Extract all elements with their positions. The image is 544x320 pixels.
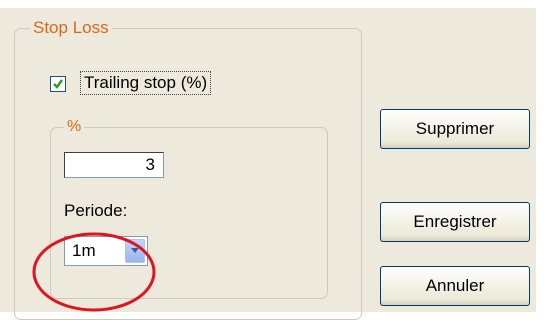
stop-loss-dialog: Stop Loss Trailing stop (%) % 3 Periode:… bbox=[0, 0, 544, 320]
trailing-stop-label[interactable]: Trailing stop (%) bbox=[80, 71, 212, 95]
top-margin bbox=[0, 0, 544, 8]
supprimer-button[interactable]: Supprimer bbox=[380, 109, 530, 149]
right-margin bbox=[536, 0, 544, 312]
enregistrer-button[interactable]: Enregistrer bbox=[380, 202, 530, 242]
trailing-stop-checkbox[interactable] bbox=[50, 76, 66, 92]
annuler-button[interactable]: Annuler bbox=[380, 266, 530, 306]
stop-loss-group-title: Stop Loss bbox=[30, 18, 112, 38]
periode-label: Periode: bbox=[64, 201, 128, 220]
annotation-circle bbox=[32, 232, 156, 312]
percent-group-title: % bbox=[64, 117, 85, 137]
percent-input[interactable]: 3 bbox=[64, 152, 164, 178]
checkmark-icon bbox=[53, 79, 63, 89]
